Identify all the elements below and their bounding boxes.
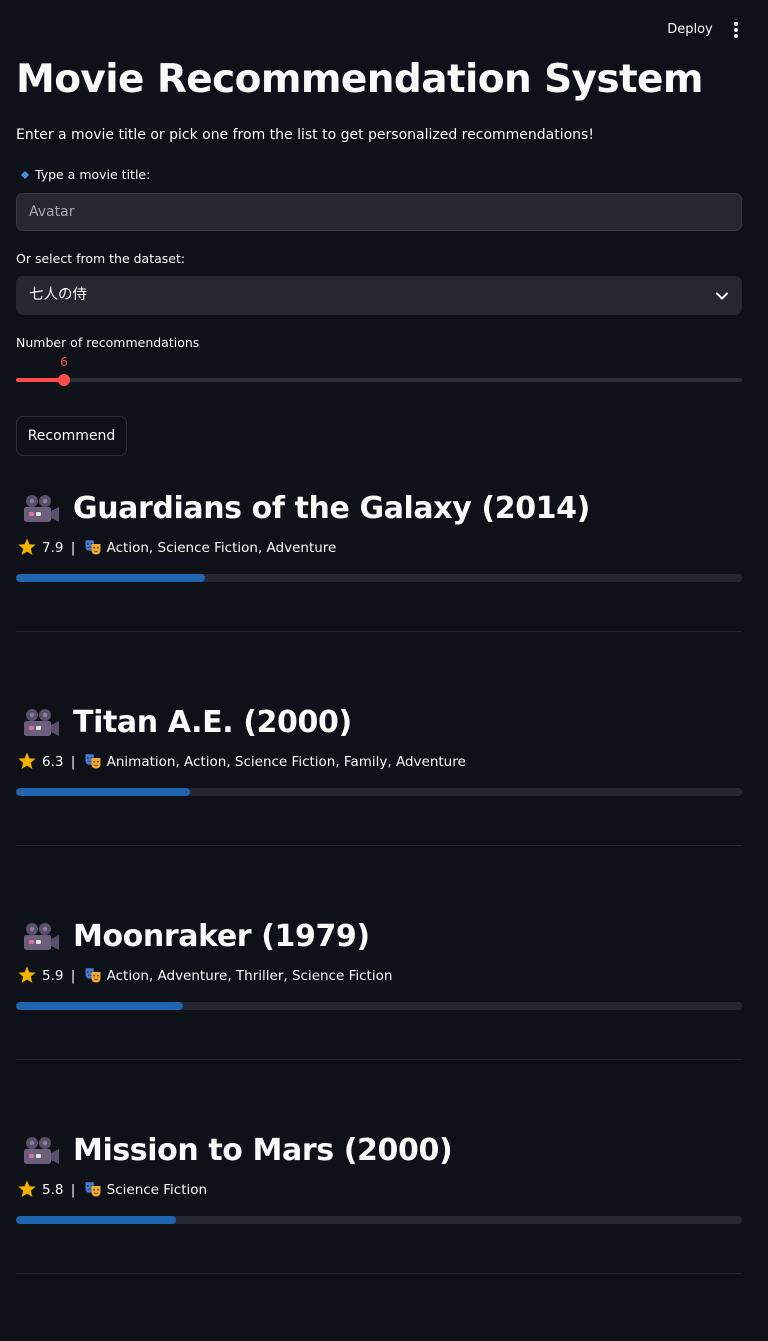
genre-list: Action, Science Fiction, Adventure	[106, 540, 337, 556]
count-slider-label: Number of recommendations	[16, 335, 200, 350]
recommendation-title: Moonraker (1979)	[73, 919, 370, 954]
meta-separator: |	[70, 540, 76, 556]
rating-value: 7.9	[42, 540, 64, 556]
rating-value: 5.8	[42, 1182, 64, 1198]
star-icon	[18, 538, 36, 555]
recommendation-meta: 6.3 | Animation, Action, Science Fiction…	[16, 751, 466, 773]
star-icon	[18, 966, 36, 983]
recommendation-meta: 7.9 | Action, Science Fiction, Adventure	[16, 537, 336, 559]
recommendation-meta: 5.9 | Action, Adventure, Thriller, Scien…	[16, 965, 392, 987]
similarity-progress-fill	[16, 1002, 183, 1010]
similarity-progress-bar	[16, 788, 742, 796]
dataset-select[interactable]: 七人の侍	[16, 276, 742, 315]
vertical-ellipsis-icon	[734, 22, 738, 38]
movie-camera-icon	[24, 923, 59, 950]
recommendation-title: Titan A.E. (2000)	[73, 705, 352, 740]
movie-camera-icon	[24, 709, 59, 736]
app-header: Deploy	[0, 0, 768, 60]
recommendation-card: Mission to Mars (2000) 5.8 | Science Fic…	[16, 1127, 742, 1341]
movie-camera-icon	[24, 495, 59, 522]
performing-arts-mask-icon	[85, 754, 101, 769]
recommendation-card: Moonraker (1979) 5.9 | Action, Adventure…	[16, 913, 742, 1127]
recommendation-title: Mission to Mars (2000)	[73, 1133, 453, 1168]
dataset-select-label: Or select from the dataset:	[16, 251, 186, 266]
similarity-progress-bar	[16, 1002, 742, 1010]
count-slider-track[interactable]	[16, 374, 742, 386]
title-input-label: Type a movie title:	[16, 166, 150, 184]
performing-arts-mask-icon	[85, 540, 101, 555]
genre-list: Animation, Action, Science Fiction, Fami…	[106, 754, 466, 770]
star-icon	[18, 752, 36, 769]
movie-camera-icon	[24, 1137, 59, 1164]
rating-value: 5.9	[42, 968, 64, 984]
recommendation-title: Guardians of the Galaxy (2014)	[73, 491, 590, 526]
dataset-select-value: 七人の侍	[29, 287, 87, 303]
recommend-button[interactable]: Recommend	[16, 416, 127, 456]
similarity-progress-fill	[16, 574, 205, 582]
rating-value: 6.3	[42, 754, 64, 770]
similarity-progress-fill	[16, 1216, 176, 1224]
performing-arts-mask-icon	[85, 1182, 101, 1197]
meta-separator: |	[70, 968, 76, 984]
card-divider	[16, 1273, 742, 1274]
count-slider-fill	[16, 378, 64, 382]
meta-separator: |	[70, 1182, 76, 1198]
main-menu-button[interactable]	[725, 18, 747, 42]
count-slider-thumb[interactable]	[58, 374, 70, 386]
recommendation-meta: 5.8 | Science Fiction	[16, 1179, 207, 1201]
intro-text: Enter a movie title or pick one from the…	[16, 127, 594, 143]
card-divider	[16, 631, 742, 632]
title-input-label-text: Type a movie title:	[35, 167, 151, 182]
genre-list: Action, Adventure, Thriller, Science Fic…	[106, 968, 393, 984]
similarity-progress-bar	[16, 574, 742, 582]
blue-diamond-icon	[21, 170, 29, 179]
similarity-progress-bar	[16, 1216, 742, 1224]
movie-title-input[interactable]	[16, 193, 742, 231]
count-slider-value: 6	[60, 355, 68, 369]
card-divider	[16, 1059, 742, 1060]
deploy-button[interactable]: Deploy	[660, 19, 720, 41]
recommendation-card: Guardians of the Galaxy (2014) 7.9 | Act…	[16, 485, 742, 699]
page-title: Movie Recommendation System	[16, 57, 704, 102]
genre-list: Science Fiction	[106, 1182, 208, 1198]
performing-arts-mask-icon	[85, 968, 101, 983]
card-divider	[16, 845, 742, 846]
star-icon	[18, 1180, 36, 1197]
meta-separator: |	[70, 754, 76, 770]
recommendation-card: Titan A.E. (2000) 6.3 | Animation, Actio…	[16, 699, 742, 913]
chevron-down-icon	[716, 292, 728, 300]
similarity-progress-fill	[16, 788, 190, 796]
